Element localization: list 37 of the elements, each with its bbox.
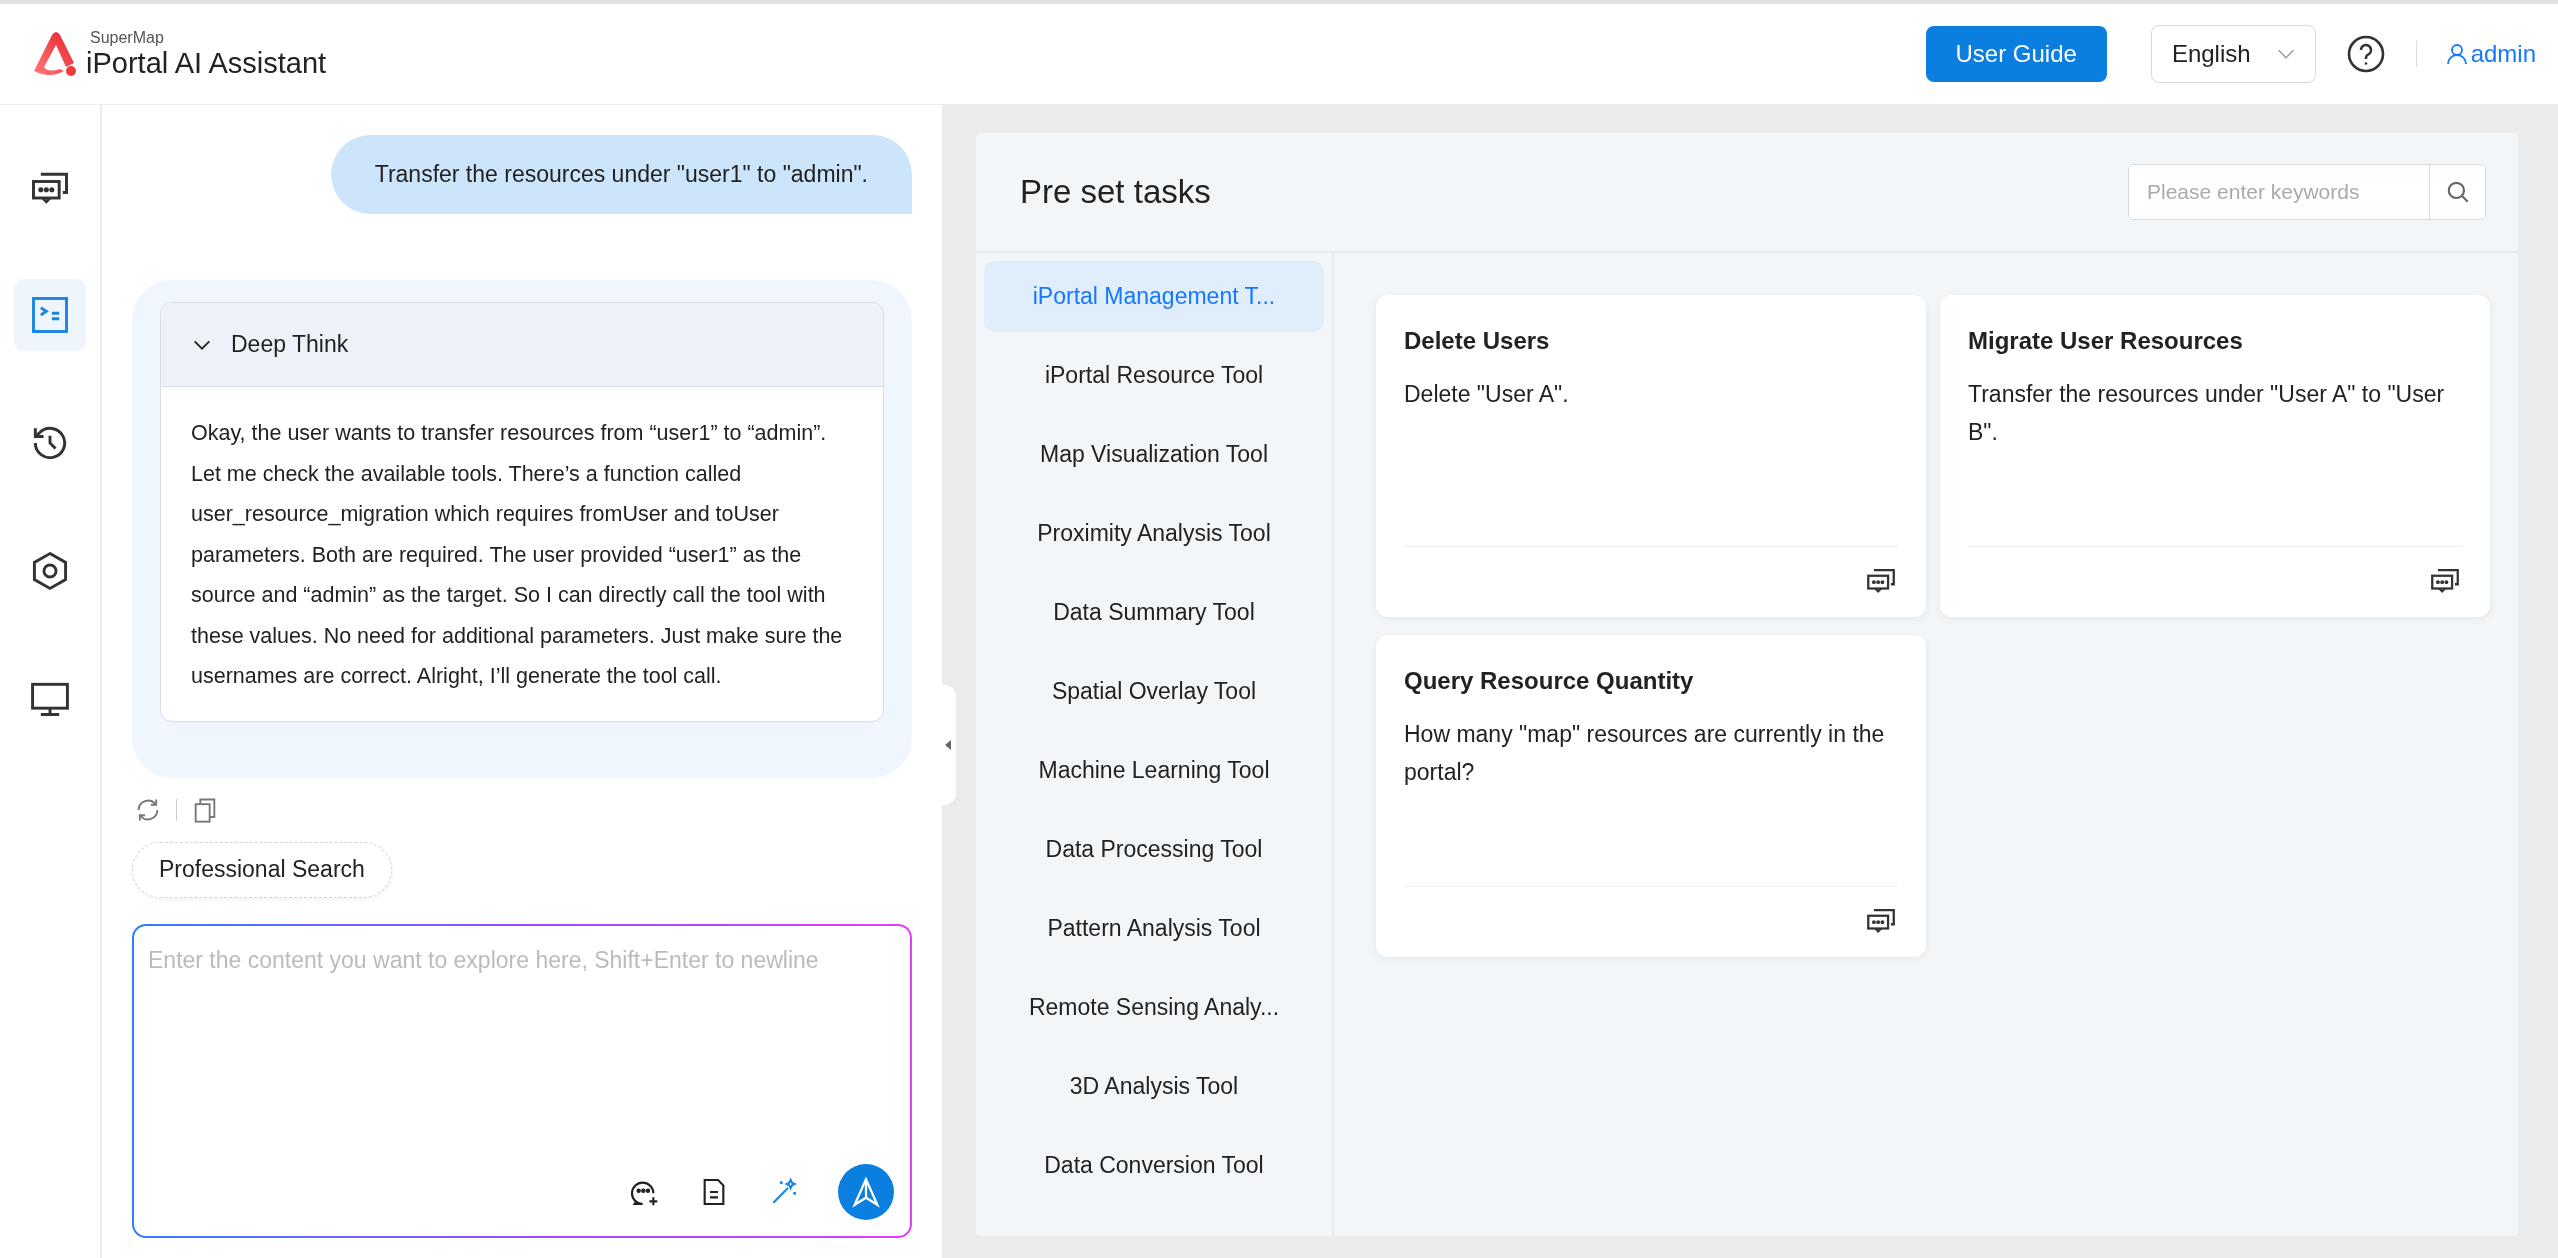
- category-tab[interactable]: Pattern Analysis Tool: [984, 893, 1324, 964]
- send-button[interactable]: [838, 1164, 894, 1220]
- task-title: Query Resource Quantity: [1404, 667, 1695, 695]
- category-tab[interactable]: 3D Analysis Tool: [984, 1051, 1324, 1122]
- task-description: How many "map" resources are currently in the portal?: [1404, 720, 1886, 787]
- user-icon[interactable]: [2444, 42, 2469, 66]
- task-card[interactable]: Delete Users Delete "User A".: [1376, 295, 1926, 617]
- task-title: Delete Users: [1404, 327, 1551, 355]
- category-tab[interactable]: Map Visualization Tool: [984, 419, 1324, 490]
- app-title: iPortal AI Assistant: [86, 49, 327, 78]
- collapse-handle[interactable]: [940, 685, 956, 805]
- user-link[interactable]: admin: [2444, 40, 2536, 68]
- category-tab[interactable]: Spatial Overlay Tool: [984, 656, 1324, 727]
- search-button[interactable]: [2429, 165, 2485, 219]
- user-message: Transfer the resources under "user1" to "admin".: [330, 135, 912, 214]
- help-icon[interactable]: [2345, 34, 2386, 74]
- language-select[interactable]: English: [2150, 25, 2316, 83]
- search-field[interactable]: Please enter keywords: [2128, 164, 2486, 220]
- reasoning-text: Okay, the user wants to transfer resources from “user1” to “admin”. Let me check the available tools. There’s a function called user_resource_migration which requires fromUser and toUser parameters. Both are required. The user provided “user1” as the source and “admin” as the target. So I can directly call the tool with these values. No need for additional parameters. Just make sure the usernames are correct. Alright, I’ll generate the tool call.: [190, 420, 844, 690]
- user-guide-button[interactable]: User Guide: [1925, 26, 2107, 82]
- panel-title: Pre set tasks: [1020, 173, 1212, 211]
- brand-subtitle: SuperMap: [90, 30, 165, 46]
- task-card[interactable]: Query Resource Quantity How many "map" resources are currently in the portal?: [1376, 635, 1926, 957]
- category-tab[interactable]: Remote Sensing Analy...: [984, 972, 1324, 1043]
- deep-think-toggle[interactable]: Deep Think: [161, 303, 883, 387]
- category-tab[interactable]: Machine Learning Tool: [984, 735, 1324, 806]
- task-description: Delete "User A".: [1404, 380, 1570, 409]
- category-tab[interactable]: Proximity Analysis Tool: [984, 498, 1324, 569]
- task-description: Transfer the resources under "User A" to "User B".: [1968, 380, 2446, 447]
- category-tab[interactable]: iPortal Resource Tool: [984, 340, 1324, 411]
- category-tab[interactable]: Data Processing Tool: [984, 814, 1324, 885]
- category-tab[interactable]: Data Conversion Tool: [984, 1130, 1324, 1201]
- task-title: Migrate User Resources: [1968, 327, 2244, 355]
- professional-search-chip[interactable]: Professional Search: [132, 841, 392, 898]
- category-tab[interactable]: Data Summary Tool: [984, 577, 1324, 648]
- message-input[interactable]: Enter the content you want to explore here, Shift+Enter to newline: [148, 939, 894, 1164]
- task-card[interactable]: Migrate User Resources Transfer the resources under "User A" to "User B".: [1940, 295, 2490, 617]
